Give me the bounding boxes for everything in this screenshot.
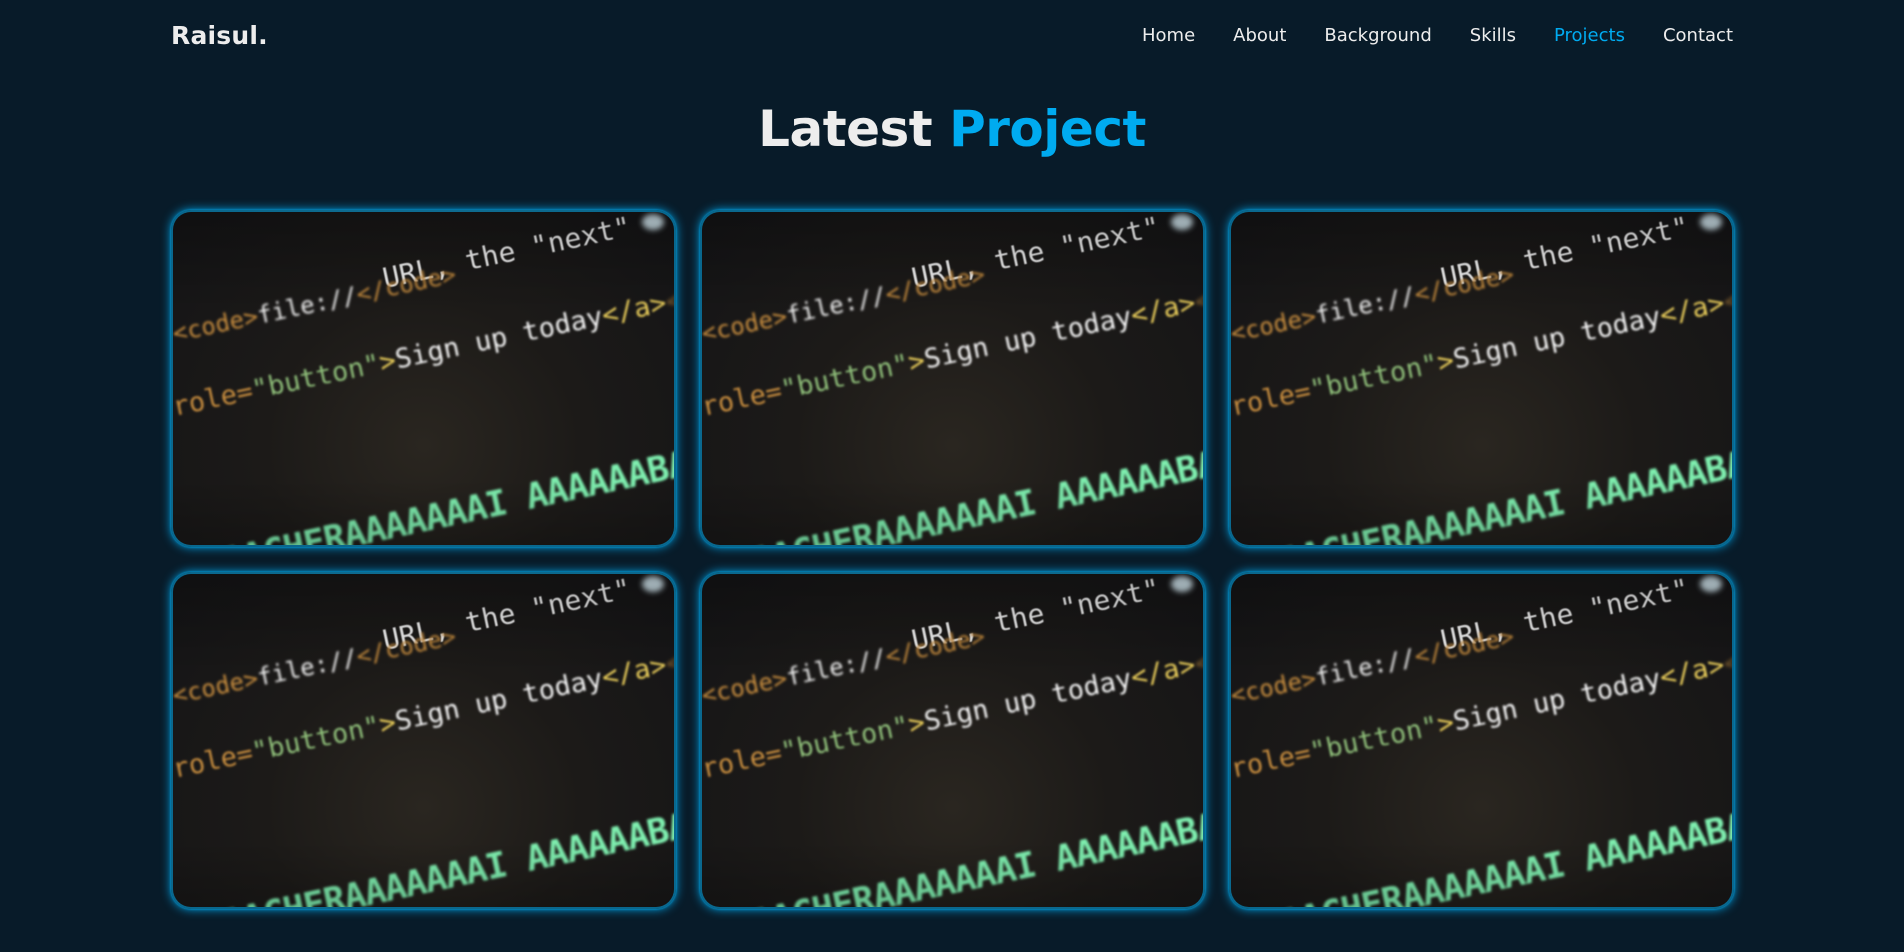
light-glare <box>642 214 664 230</box>
light-glare <box>1171 576 1193 592</box>
project-card-1[interactable]: URL, the "next" <code>file://</code> rol… <box>171 210 676 547</box>
project-image: URL, the "next" <code>file://</code> rol… <box>171 212 676 547</box>
project-image: URL, the "next" <code>file://</code> rol… <box>1229 212 1734 547</box>
light-glare <box>1171 214 1193 230</box>
code-line: role="button">Sign up today</a></p> <box>700 274 1205 423</box>
code-line: AACHERAAAAAAAI AAAAAABAAEAAAICR <box>1276 771 1734 909</box>
code-line: role="button">Sign up today</a></p> <box>1229 274 1734 423</box>
code-line: <code>file://</code> <box>171 622 459 710</box>
code-line: role="button">Sign up today</a></p> <box>700 636 1205 785</box>
code-line: <code>file://</code> <box>700 622 988 710</box>
section-title-main: Latest <box>758 100 933 158</box>
nav-projects[interactable]: Projects <box>1554 25 1625 46</box>
light-glare <box>1700 576 1722 592</box>
project-image: URL, the "next" <code>file://</code> rol… <box>171 574 676 909</box>
code-line: <code>file://</code> <box>700 260 988 348</box>
nav-about[interactable]: About <box>1233 25 1286 46</box>
project-card-6[interactable]: URL, the "next" <code>file://</code> rol… <box>1229 572 1734 909</box>
code-line: <code>file://</code> <box>1229 622 1517 710</box>
code-line: role="button">Sign up today</a></p> <box>171 636 676 785</box>
project-image: URL, the "next" <code>file://</code> rol… <box>700 574 1205 909</box>
project-card-4[interactable]: URL, the "next" <code>file://</code> rol… <box>171 572 676 909</box>
code-line: AACHERAAAAAAAI AAAAAABAAEAAAICR <box>218 409 676 547</box>
project-card-5[interactable]: URL, the "next" <code>file://</code> rol… <box>700 572 1205 909</box>
code-line: AACHERAAAAAAAI AAAAAABAAEAAAICR <box>747 409 1205 547</box>
section-title: Latest Project <box>0 100 1904 158</box>
nav-skills[interactable]: Skills <box>1470 25 1516 46</box>
nav-contact[interactable]: Contact <box>1663 25 1733 46</box>
light-glare <box>642 576 664 592</box>
code-line: AACHERAAAAAAAI AAAAAABAAEAAAICR <box>1276 409 1734 547</box>
code-line: AACHERAAAAAAAI AAAAAABAAEAAAICR <box>218 771 676 909</box>
code-line: role="button">Sign up today</a></p> <box>171 274 676 423</box>
code-line: <code>file://</code> <box>171 260 459 348</box>
nav-home[interactable]: Home <box>1142 25 1195 46</box>
project-grid: URL, the "next" <code>file://</code> rol… <box>171 210 1734 909</box>
project-image: URL, the "next" <code>file://</code> rol… <box>700 212 1205 547</box>
nav-background[interactable]: Background <box>1324 25 1431 46</box>
logo[interactable]: Raisul. <box>171 21 268 50</box>
site-header: Raisul. Home About Background Skills Pro… <box>171 0 1733 70</box>
section-title-accent: Project <box>949 100 1146 158</box>
code-line: AACHERAAAAAAAI AAAAAABAAEAAAICR <box>747 771 1205 909</box>
project-card-2[interactable]: URL, the "next" <code>file://</code> rol… <box>700 210 1205 547</box>
main-nav: Home About Background Skills Projects Co… <box>1104 25 1733 46</box>
project-card-3[interactable]: URL, the "next" <code>file://</code> rol… <box>1229 210 1734 547</box>
code-line: <code>file://</code> <box>1229 260 1517 348</box>
code-line: role="button">Sign up today</a></p> <box>1229 636 1734 785</box>
light-glare <box>1700 214 1722 230</box>
project-image: URL, the "next" <code>file://</code> rol… <box>1229 574 1734 909</box>
